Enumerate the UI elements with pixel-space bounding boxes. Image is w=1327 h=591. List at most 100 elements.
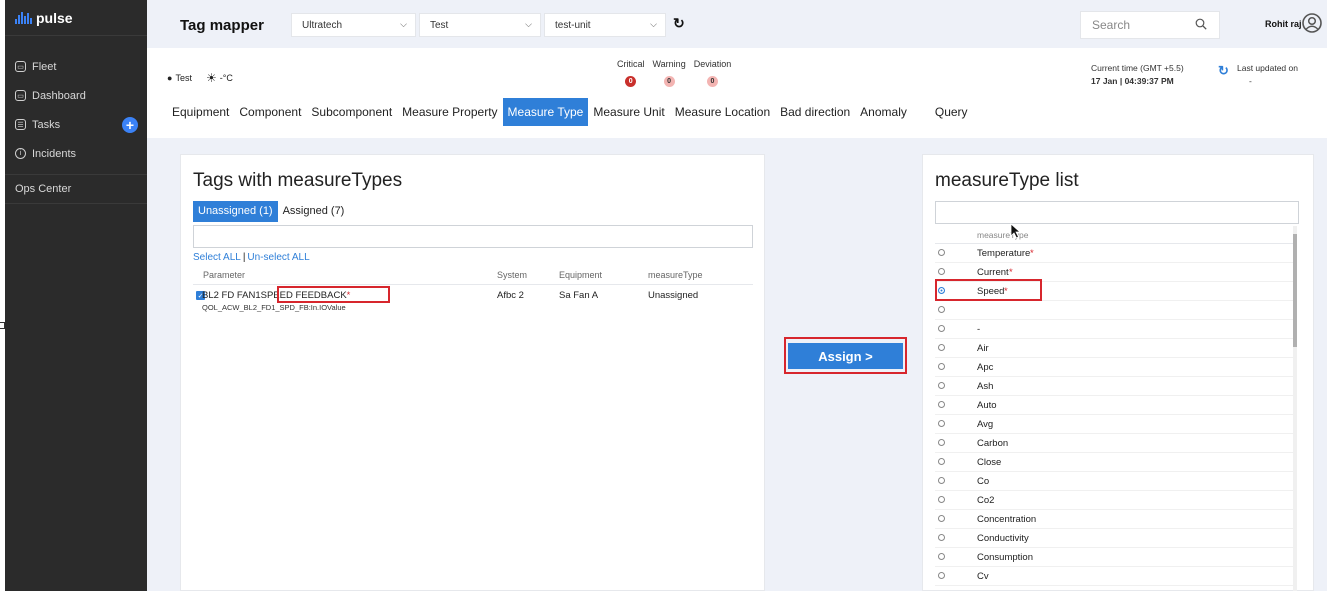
- measuretype-list-item[interactable]: Ash: [935, 377, 1293, 396]
- column-header-equipment[interactable]: Equipment: [559, 270, 602, 280]
- radio-button[interactable]: [938, 439, 945, 446]
- search-icon: [1195, 18, 1207, 30]
- measuretype-list-item[interactable]: Concentration: [935, 510, 1293, 529]
- tags-filter-input[interactable]: [193, 225, 753, 248]
- table-header-divider: [193, 284, 753, 285]
- measuretype-label: Close: [977, 456, 1002, 468]
- tab-subcomponent[interactable]: Subcomponent: [306, 98, 397, 126]
- tab-query[interactable]: Query: [930, 98, 973, 126]
- avatar-icon[interactable]: [1302, 13, 1322, 33]
- tab-measure-type[interactable]: Measure Type: [502, 97, 589, 126]
- parameter-prefix: BL2 FD FAN1: [202, 290, 261, 301]
- refresh-icon[interactable]: ↻: [673, 15, 685, 32]
- plant-select[interactable]: Test ⌵: [419, 13, 541, 37]
- column-header-system[interactable]: System: [497, 270, 527, 280]
- measuretype-list-item[interactable]: -: [935, 320, 1293, 339]
- radio-button[interactable]: [938, 515, 945, 522]
- logo-bars-icon: [15, 11, 32, 24]
- selection-links: Select ALL | Un-select ALL: [193, 252, 310, 263]
- sidebar-item-label: Dashboard: [32, 89, 86, 102]
- measuretype-list-item[interactable]: Cv: [935, 567, 1293, 586]
- tab-component[interactable]: Component: [234, 98, 306, 126]
- radio-button[interactable]: [938, 306, 945, 313]
- deviation-alert[interactable]: Deviation 0: [694, 59, 731, 87]
- column-header-parameter[interactable]: Parameter: [203, 270, 245, 280]
- critical-alert[interactable]: Critical 0: [617, 59, 645, 87]
- select-all-link[interactable]: Select ALL: [193, 252, 241, 263]
- tasks-icon: ☰: [15, 119, 26, 130]
- user-name[interactable]: Rohit raj: [1265, 19, 1302, 29]
- warning-alert[interactable]: Warning 0: [653, 59, 686, 87]
- measuretype-list-item[interactable]: Co2: [935, 491, 1293, 510]
- radio-button[interactable]: [938, 382, 945, 389]
- tab-measure-unit[interactable]: Measure Unit: [588, 98, 669, 126]
- radio-button[interactable]: [938, 401, 945, 408]
- radio-button[interactable]: [938, 553, 945, 560]
- measuretype-list-item[interactable]: Co: [935, 472, 1293, 491]
- radio-button[interactable]: [938, 420, 945, 427]
- critical-label: Critical: [617, 59, 645, 69]
- tab-assigned[interactable]: Assigned (7): [278, 201, 350, 222]
- last-updated-value: -: [1249, 76, 1252, 86]
- radio-button[interactable]: [938, 572, 945, 579]
- radio-button[interactable]: [938, 325, 945, 332]
- sidebar-item-label: Tasks: [32, 118, 61, 131]
- measuretype-list-item[interactable]: Close: [935, 453, 1293, 472]
- measuretype-list-item[interactable]: Temperature *: [935, 244, 1293, 263]
- radio-button[interactable]: [938, 458, 945, 465]
- info-icon: i: [15, 148, 26, 159]
- highlight-box: [277, 286, 390, 303]
- measuretype-label: Co2: [977, 494, 995, 506]
- radio-button[interactable]: [938, 344, 945, 351]
- column-header-measuretype[interactable]: measureType: [648, 270, 703, 280]
- measuretype-label: Ash: [977, 380, 994, 392]
- radio-button[interactable]: [938, 363, 945, 370]
- client-select[interactable]: Ultratech ⌵: [291, 13, 416, 37]
- sidebar-item-fleet[interactable]: ▭ Fleet: [5, 52, 147, 81]
- tags-panel: Tags with measureTypes Unassigned (1) As…: [180, 154, 765, 591]
- measuretype-filter-input[interactable]: [935, 201, 1299, 224]
- equipment-cell: Sa Fan A: [559, 290, 599, 301]
- measuretype-list-item[interactable]: Avg: [935, 415, 1293, 434]
- sun-icon: ☀: [206, 71, 217, 85]
- sidebar-item-tasks[interactable]: ☰ Tasks +: [5, 110, 147, 139]
- add-task-button[interactable]: +: [122, 117, 138, 133]
- dashboard-icon: ▭: [15, 90, 26, 101]
- radio-button[interactable]: [938, 249, 945, 256]
- radio-button[interactable]: [938, 477, 945, 484]
- tab-equipment[interactable]: Equipment: [167, 98, 234, 126]
- measuretype-list-item[interactable]: Carbon: [935, 434, 1293, 453]
- measuretype-list-item[interactable]: [935, 301, 1293, 320]
- measuretype-list-item[interactable]: Auto: [935, 396, 1293, 415]
- sidebar-item-ops-center[interactable]: Ops Center: [5, 175, 147, 204]
- measuretype-label: Apc: [977, 361, 994, 373]
- tab-bad-direction[interactable]: Bad direction: [775, 98, 855, 126]
- unselect-all-link[interactable]: Un-select ALL: [247, 252, 309, 263]
- measuretype-list-item[interactable]: Damper: [935, 586, 1293, 591]
- unit-select[interactable]: test-unit ⌵: [544, 13, 666, 37]
- radio-button[interactable]: [938, 496, 945, 503]
- measuretype-label: Co: [977, 475, 990, 487]
- highlight-box: [935, 279, 1042, 301]
- location-indicator: ● Test: [167, 73, 192, 83]
- measuretype-panel-title: measureType list: [935, 170, 1079, 191]
- tab-unassigned[interactable]: Unassigned (1): [193, 201, 278, 222]
- sidebar-item-incidents[interactable]: i Incidents: [5, 139, 147, 168]
- radio-button[interactable]: [938, 268, 945, 275]
- sidebar-item-dashboard[interactable]: ▭ Dashboard: [5, 81, 147, 110]
- tab-anomaly[interactable]: Anomaly: [855, 98, 912, 126]
- reload-icon[interactable]: ↻: [1218, 63, 1229, 79]
- measuretype-list-item[interactable]: Apc: [935, 358, 1293, 377]
- client-select-value: Ultratech: [302, 19, 343, 31]
- search-input[interactable]: Search: [1080, 11, 1220, 39]
- list-scroll-thumb[interactable]: [1293, 234, 1297, 347]
- logo-text: pulse: [36, 9, 73, 26]
- measuretype-list-item[interactable]: Conductivity: [935, 529, 1293, 548]
- tab-measure-property[interactable]: Measure Property: [397, 98, 502, 126]
- tab-measure-location[interactable]: Measure Location: [670, 98, 775, 126]
- radio-button[interactable]: [938, 534, 945, 541]
- measuretype-list-item[interactable]: Consumption: [935, 548, 1293, 567]
- measuretype-list-item[interactable]: Air: [935, 339, 1293, 358]
- logo[interactable]: pulse: [5, 0, 147, 36]
- measuretype-label: Consumption: [977, 551, 1033, 563]
